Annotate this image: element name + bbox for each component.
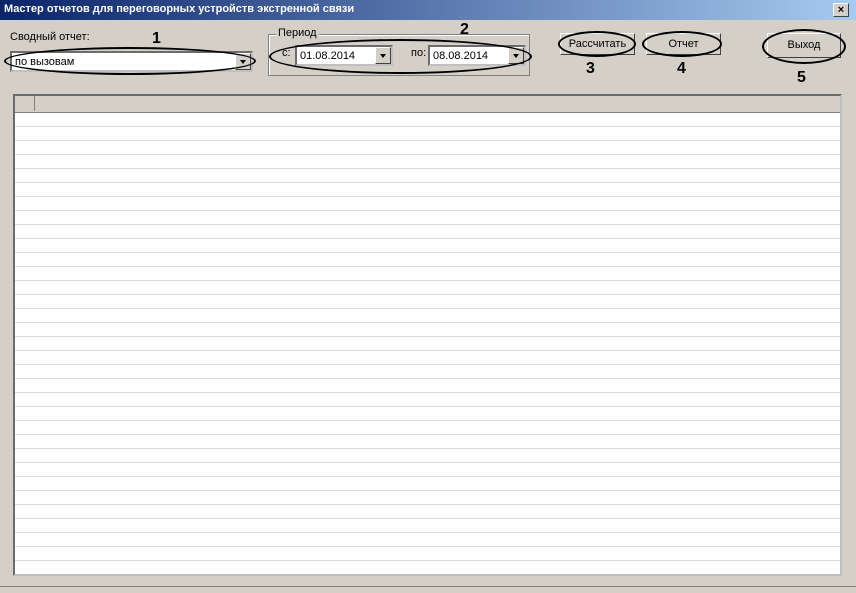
grid-header (15, 96, 840, 113)
annotation-number-3: 3 (586, 60, 595, 77)
period-to-value: 08.08.2014 (433, 50, 489, 62)
calculate-button[interactable]: Рассчитать (560, 33, 635, 55)
annotation-number-2: 2 (460, 21, 469, 38)
title-bar: Мастер отчетов для переговорных устройст… (0, 0, 856, 20)
close-button[interactable]: × (833, 3, 849, 17)
annotation-number-1: 1 (152, 30, 161, 47)
period-from-label: с: (282, 47, 291, 59)
annotation-number-4: 4 (677, 60, 686, 77)
report-button[interactable]: Отчет (646, 33, 721, 55)
summary-report-value: по вызовам (15, 56, 75, 68)
exit-button[interactable]: Выход (767, 33, 841, 58)
report-grid[interactable] (13, 94, 842, 576)
period-to-date-picker[interactable]: 08.08.2014 (428, 45, 526, 66)
grid-corner-cell[interactable] (15, 96, 35, 111)
summary-report-select[interactable]: по вызовам (10, 51, 253, 72)
window-title: Мастер отчетов для переговорных устройст… (4, 3, 355, 15)
annotation-number-5: 5 (797, 69, 806, 86)
period-group-title: Период (276, 27, 319, 39)
chevron-down-icon[interactable] (508, 47, 524, 64)
grid-rows[interactable] (15, 113, 840, 574)
period-to-label: по: (411, 47, 427, 59)
period-from-date-picker[interactable]: 01.08.2014 (295, 45, 393, 66)
period-from-value: 01.08.2014 (300, 50, 356, 62)
summary-report-label: Сводный отчет: (10, 31, 90, 43)
chevron-down-icon[interactable] (375, 47, 391, 64)
chevron-down-icon[interactable] (235, 53, 251, 70)
